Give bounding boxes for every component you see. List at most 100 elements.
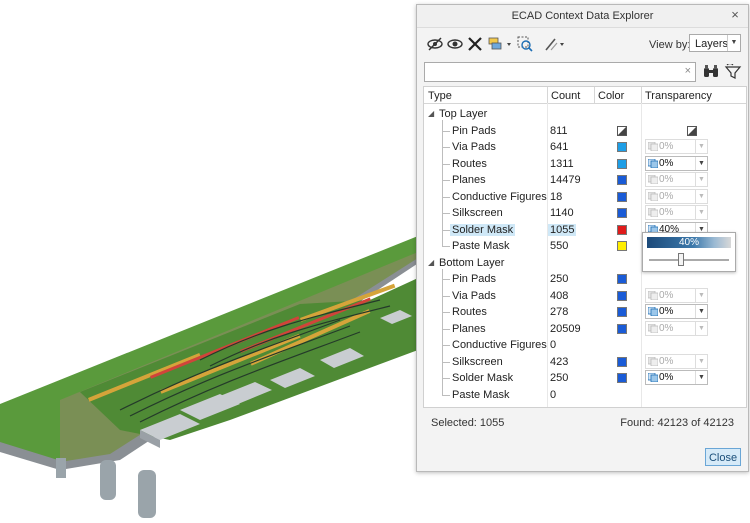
slider-track[interactable] bbox=[649, 259, 729, 261]
table-row[interactable]: Silkscreen 1140 0% ▼ bbox=[424, 205, 746, 221]
view-by-select[interactable]: Layers ▼ bbox=[689, 34, 741, 52]
collapse-toggle-icon[interactable]: ◢ bbox=[428, 109, 434, 118]
collapse-toggle-icon[interactable]: ◢ bbox=[428, 258, 434, 267]
color-swatch[interactable] bbox=[617, 241, 627, 251]
toolbar: View by: Layers ▼ bbox=[417, 31, 748, 57]
top-layer-group[interactable]: ◢ Top Layer bbox=[424, 106, 746, 122]
color-swatch[interactable] bbox=[617, 208, 627, 218]
col-divider[interactable] bbox=[547, 87, 548, 103]
row-count: 423 bbox=[550, 355, 569, 368]
transparency-value: 0% bbox=[659, 289, 674, 301]
transparency-icon bbox=[648, 373, 658, 382]
transparency-value: 0% bbox=[659, 322, 674, 334]
col-type[interactable]: Type bbox=[428, 90, 452, 102]
transparency-select[interactable]: 0% ▼ bbox=[645, 304, 708, 319]
transparency-select[interactable]: 0% ▼ bbox=[645, 370, 708, 385]
table-row[interactable]: Pin Pads 250 bbox=[424, 271, 746, 287]
row-type: Paste Mask bbox=[452, 240, 510, 252]
color-swatch[interactable] bbox=[617, 356, 627, 367]
binoculars-icon[interactable] bbox=[702, 64, 720, 80]
transparency-select[interactable]: 0% ▼ bbox=[645, 155, 708, 171]
color-swatch[interactable] bbox=[617, 224, 627, 235]
table-row[interactable]: Paste Mask 0 bbox=[424, 387, 746, 403]
tree-line bbox=[442, 180, 450, 181]
transparency-select[interactable]: 0% ▼ bbox=[645, 320, 708, 336]
row-count: 250 bbox=[550, 273, 569, 285]
col-divider[interactable] bbox=[641, 87, 642, 103]
delete-icon[interactable] bbox=[466, 35, 484, 53]
transparency-icon bbox=[648, 356, 658, 366]
row-count: 811 bbox=[550, 124, 568, 137]
slider-thumb[interactable] bbox=[678, 253, 684, 266]
transparency-icon bbox=[648, 290, 658, 300]
close-button[interactable]: Close bbox=[705, 448, 741, 466]
table-row[interactable]: Routes 1311 0% ▼ bbox=[424, 155, 746, 172]
transparency-select[interactable]: 0% ▼ bbox=[645, 287, 708, 303]
color-swatch[interactable] bbox=[617, 142, 627, 152]
color-swatch[interactable] bbox=[617, 323, 627, 334]
color-swatch[interactable] bbox=[617, 175, 627, 185]
color-swatch[interactable] bbox=[617, 274, 627, 284]
table-row[interactable]: Solder Mask 250 0% ▼ bbox=[424, 370, 746, 386]
transparency-select[interactable]: 0% ▼ bbox=[645, 188, 708, 204]
table-row[interactable]: Planes 20509 0% ▼ bbox=[424, 320, 746, 337]
zoom-to-selection-icon[interactable] bbox=[516, 35, 534, 53]
row-type: Routes bbox=[452, 157, 487, 170]
col-color[interactable]: Color bbox=[598, 90, 624, 102]
table-row[interactable]: Conductive Figures 0 bbox=[424, 337, 746, 353]
table-row[interactable]: Routes 278 0% ▼ bbox=[424, 304, 746, 320]
table-row[interactable]: Conductive Figures 18 0% ▼ bbox=[424, 188, 746, 205]
clear-search-icon[interactable]: × bbox=[685, 65, 691, 77]
hide-icon[interactable] bbox=[426, 35, 444, 53]
tree-line bbox=[442, 120, 443, 247]
transparency-select[interactable]: 0% ▼ bbox=[645, 139, 708, 154]
row-type: Planes bbox=[452, 174, 486, 186]
row-type: Silkscreen bbox=[452, 207, 503, 219]
tree-line bbox=[442, 279, 450, 280]
transparency-select[interactable]: 0% ▼ bbox=[645, 205, 708, 220]
close-icon[interactable]: × bbox=[728, 8, 742, 22]
table-row[interactable]: Via Pads 408 0% ▼ bbox=[424, 287, 746, 304]
transparency-value: 0% bbox=[659, 190, 674, 202]
color-swatch[interactable] bbox=[617, 307, 627, 317]
transparency-select[interactable]: 0% ▼ bbox=[645, 172, 708, 187]
group-label: Top Layer bbox=[439, 108, 488, 120]
transparency-value: 40% bbox=[678, 237, 699, 248]
tree-line bbox=[442, 229, 450, 231]
col-count[interactable]: Count bbox=[551, 90, 580, 102]
table-row[interactable]: Pin Pads 811 bbox=[424, 123, 746, 139]
tree-line bbox=[442, 394, 450, 396]
search-input[interactable]: × bbox=[424, 62, 696, 82]
col-transparency[interactable]: Transparency bbox=[645, 90, 712, 102]
row-count: 250 bbox=[550, 372, 569, 384]
filter-icon[interactable] bbox=[724, 64, 742, 80]
color-swatch[interactable] bbox=[617, 290, 627, 301]
mixed-color-icon[interactable] bbox=[617, 125, 627, 136]
table-row[interactable]: Via Pads 641 0% ▼ bbox=[424, 139, 746, 155]
color-swatch[interactable] bbox=[617, 373, 627, 383]
color-swatch[interactable] bbox=[617, 191, 627, 202]
chevron-down-icon: ▼ bbox=[695, 140, 707, 153]
row-count: 408 bbox=[550, 289, 569, 302]
transparency-icon bbox=[648, 307, 658, 316]
chevron-down-icon: ▼ bbox=[695, 206, 707, 219]
col-divider[interactable] bbox=[594, 87, 595, 103]
layer-select-icon[interactable] bbox=[486, 35, 514, 53]
table-row[interactable]: Silkscreen 423 0% ▼ bbox=[424, 353, 746, 370]
transparency-select[interactable]: 0% ▼ bbox=[645, 353, 708, 369]
grid-header: Type Count Color Transparency bbox=[424, 87, 746, 104]
tree-line bbox=[442, 147, 450, 148]
table-row[interactable]: Planes 14479 0% ▼ bbox=[424, 172, 746, 188]
mixed-transparency-icon[interactable] bbox=[687, 125, 697, 136]
tree-line bbox=[442, 268, 443, 395]
row-type: Solder Mask bbox=[452, 372, 514, 384]
transparency-value: 0% bbox=[659, 174, 674, 185]
transparency-icon bbox=[648, 158, 658, 168]
view-by-value: Layers bbox=[695, 38, 729, 50]
row-count: 1055 bbox=[548, 223, 577, 236]
color-swatch[interactable] bbox=[617, 158, 627, 169]
edit-appearance-icon[interactable] bbox=[543, 35, 567, 53]
tree-line bbox=[442, 246, 450, 247]
transparency-value: 0% bbox=[659, 141, 674, 152]
show-icon[interactable] bbox=[446, 35, 464, 53]
